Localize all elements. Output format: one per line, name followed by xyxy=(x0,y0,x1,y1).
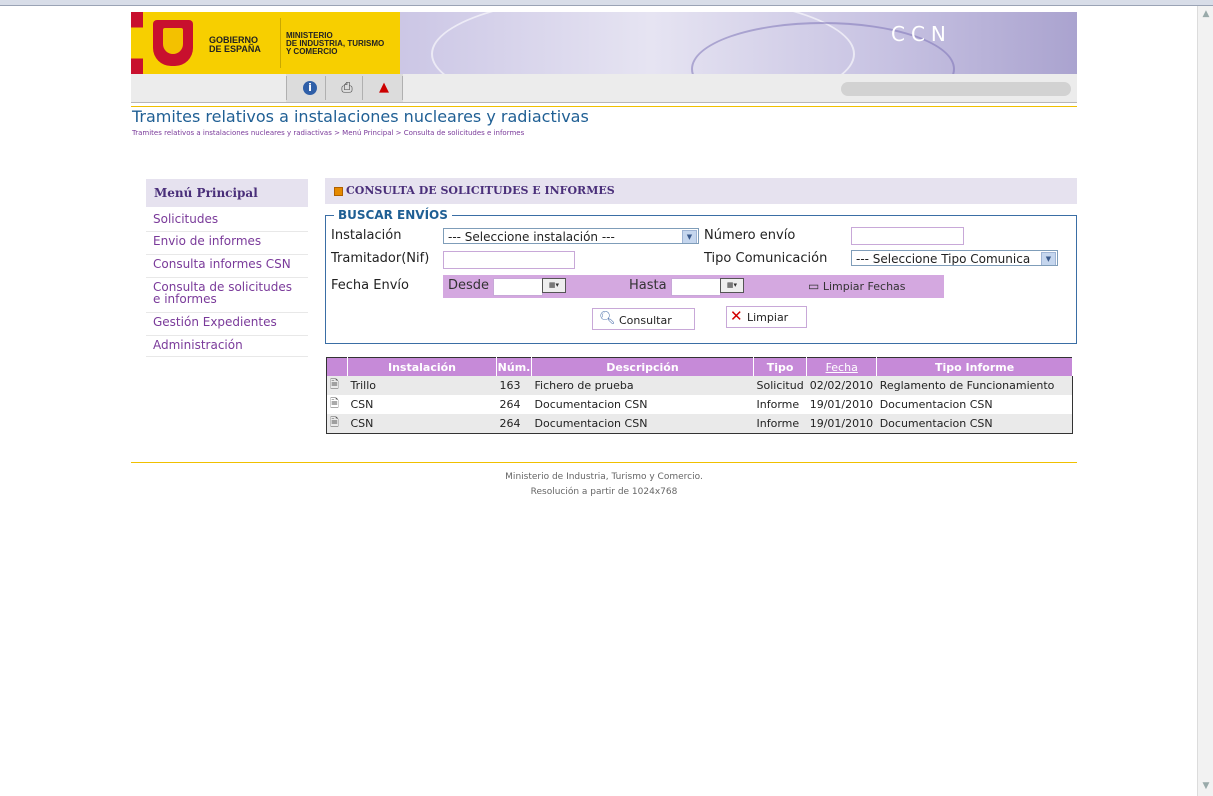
sidebar-item-solicitudes[interactable]: Solicitudes xyxy=(146,210,308,232)
search-legend: BUSCAR ENVÍOS xyxy=(334,208,452,222)
column-header-fecha[interactable]: Fecha xyxy=(806,357,878,376)
sidebar-header: Menú Principal xyxy=(146,179,308,207)
tramitador-label: Tramitador(Nif) xyxy=(331,251,430,266)
toolbar-icon-group: i ⎙ ▲ xyxy=(286,74,403,102)
chevron-down-icon[interactable]: ▼ xyxy=(682,230,697,243)
cell-descripcion: Fichero de prueba xyxy=(531,376,754,395)
limpiar-button[interactable]: ✕ Limpiar xyxy=(726,306,807,328)
calendar-icon[interactable]: ▦▾ xyxy=(720,278,744,293)
sort-fecha-link[interactable]: Fecha xyxy=(826,361,858,374)
government-name: GOBIERNO DE ESPAÑA xyxy=(209,35,261,54)
tipo-comunicacion-label: Tipo Comunicación xyxy=(704,251,828,266)
hasta-date-input[interactable] xyxy=(671,278,721,296)
sidebar-item-consulta-informes-csn[interactable]: Consulta informes CSN xyxy=(146,255,308,278)
vertical-scrollbar[interactable]: ▲ ▼ xyxy=(1197,6,1213,796)
sidebar-item-administracion[interactable]: Administración xyxy=(146,336,308,357)
cell-fecha: 19/01/2010 xyxy=(806,414,877,434)
date-range-band: Desde ▦▾ Hasta ▦▾ ▭ Limpiar Fechas xyxy=(443,275,944,298)
hasta-label: Hasta xyxy=(629,278,667,293)
cell-fecha: 02/02/2010 xyxy=(806,376,877,395)
magnifier-icon: 🔍︎ xyxy=(599,311,616,326)
limpiar-fechas-button[interactable]: ▭ Limpiar Fechas xyxy=(808,279,906,293)
sidebar-item-envio-informes[interactable]: Envio de informes xyxy=(146,232,308,255)
cell-tipo-informe: Documentacion CSN xyxy=(876,414,1073,434)
cell-num: 264 xyxy=(496,414,532,434)
cell-descripcion: Documentacion CSN xyxy=(534,398,648,411)
breadcrumb[interactable]: Tramites relativos a instalaciones nucle… xyxy=(132,129,524,137)
cell-tipo: Solicitud xyxy=(753,376,807,395)
cell-descripcion: Documentacion CSN xyxy=(531,414,754,434)
sidebar-title: Menú Principal xyxy=(154,186,258,200)
numero-envio-label: Número envío xyxy=(704,228,796,243)
toolbar-divider xyxy=(286,76,287,100)
fecha-envio-label: Fecha Envío xyxy=(331,278,409,293)
calendar-icon[interactable]: ▦▾ xyxy=(542,278,566,293)
cell-instalacion: CSN xyxy=(350,398,374,411)
table-row[interactable]: 🗎 CSN 264 Documentacion CSN Informe 19/0… xyxy=(326,414,1073,434)
section-header: CONSULTA DE SOLICITUDES E INFORMES xyxy=(325,178,1077,204)
warning-icon[interactable]: ▲ xyxy=(377,81,391,95)
header-banner: GOBIERNO DE ESPAÑA MINISTERIO DE INDUSTR… xyxy=(131,12,1077,74)
cell-tipo: Informe xyxy=(753,414,807,434)
column-header-tipo: Tipo xyxy=(753,357,808,376)
desde-label: Desde xyxy=(448,278,490,293)
footer-resolution: Resolución a partir de 1024x768 xyxy=(530,487,678,497)
government-logo[interactable]: GOBIERNO DE ESPAÑA MINISTERIO DE INDUSTR… xyxy=(131,12,400,74)
brand-logo: CCN xyxy=(891,22,952,46)
toolbar-divider xyxy=(362,76,363,100)
cell-num: 163 xyxy=(496,376,532,395)
sidebar-item-consulta-solicitudes[interactable]: Consulta de solicitudes e informes xyxy=(146,278,308,313)
info-icon[interactable]: i xyxy=(303,81,317,95)
cell-tipo-informe: Documentacion CSN xyxy=(879,398,993,411)
section-title: CONSULTA DE SOLICITUDES E INFORMES xyxy=(346,184,615,197)
column-header-instalacion: Instalación xyxy=(347,357,497,376)
footer: Ministerio de Industria, Turismo y Comer… xyxy=(131,470,1077,500)
table-row[interactable]: 🗎 Trillo 163 Fichero de prueba Solicitud… xyxy=(326,376,1073,395)
bullet-icon xyxy=(334,187,343,196)
toolbar-decoration xyxy=(841,82,1071,96)
toolbar-divider xyxy=(402,76,403,100)
cell-instalacion: Trillo xyxy=(347,376,497,395)
close-icon: ✕ xyxy=(730,307,743,325)
cell-num: 264 xyxy=(499,398,521,411)
cell-tipo: Informe xyxy=(756,398,800,411)
cell-instalacion: CSN xyxy=(347,414,497,434)
column-header-icon xyxy=(326,357,348,376)
coat-of-arms-icon xyxy=(153,20,193,66)
view-document-icon[interactable]: 🗎 xyxy=(327,395,348,414)
logo-divider xyxy=(280,18,281,68)
tramitador-input[interactable] xyxy=(443,251,575,269)
view-document-icon[interactable]: 🗎 xyxy=(326,376,348,395)
footer-divider xyxy=(131,462,1077,463)
column-header-num: Núm. xyxy=(496,357,532,376)
column-header-descripcion: Descripción xyxy=(531,357,754,376)
desde-date-input[interactable] xyxy=(493,278,543,296)
flag-icon xyxy=(131,12,143,74)
toolbar: i ⎙ ▲ xyxy=(131,74,1077,103)
table-header-row: Instalación Núm. Descripción Tipo Fecha … xyxy=(326,357,1073,376)
instalacion-select[interactable]: --- Seleccione instalación --- ▼ xyxy=(443,228,699,244)
footer-ministry: Ministerio de Industria, Turismo y Comer… xyxy=(505,472,703,482)
column-header-tipo-informe: Tipo Informe xyxy=(876,357,1073,376)
toolbar-divider xyxy=(325,76,326,100)
view-document-icon[interactable]: 🗎 xyxy=(326,414,348,434)
ministry-name: MINISTERIO DE INDUSTRIA, TURISMO Y COMER… xyxy=(286,31,385,56)
scroll-down-icon[interactable]: ▼ xyxy=(1198,778,1213,794)
window-top-edge xyxy=(0,0,1213,6)
table-row[interactable]: 🗎 CSN 264 Documentacion CSN Informe 19/0… xyxy=(327,395,1073,414)
cell-fecha: 19/01/2010 xyxy=(809,398,874,411)
numero-envio-input[interactable] xyxy=(851,227,964,245)
chevron-down-icon[interactable]: ▼ xyxy=(1041,252,1056,265)
consultar-button[interactable]: 🔍︎ Consultar xyxy=(592,308,695,330)
sidebar-item-gestion-expedientes[interactable]: Gestión Expedientes xyxy=(146,313,308,336)
instalacion-label: Instalación xyxy=(331,228,402,243)
scroll-up-icon[interactable]: ▲ xyxy=(1198,6,1213,22)
clear-dates-icon: ▭ xyxy=(808,279,820,293)
print-icon[interactable]: ⎙ xyxy=(340,81,354,95)
tipo-comunicacion-select[interactable]: --- Seleccione Tipo Comunica ▼ xyxy=(851,250,1058,266)
cell-tipo-informe: Reglamento de Funcionamiento xyxy=(876,376,1073,395)
results-table: Instalación Núm. Descripción Tipo Fecha … xyxy=(326,357,1073,434)
page-title: Tramites relativos a instalaciones nucle… xyxy=(132,107,589,126)
